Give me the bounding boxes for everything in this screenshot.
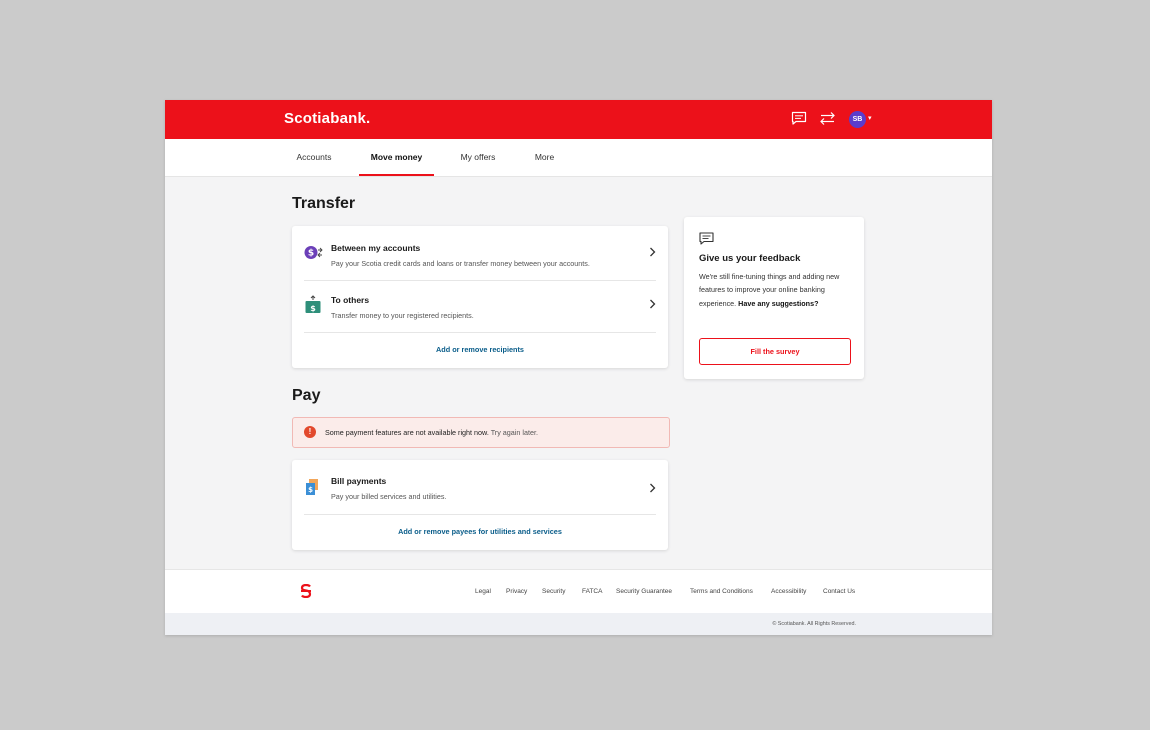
nav-accounts[interactable]: Accounts — [286, 139, 342, 176]
svg-text:$: $ — [308, 486, 313, 494]
chevron-right-icon — [649, 483, 656, 496]
footer-link-accessibility[interactable]: Accessibility — [771, 588, 806, 595]
chat-icon[interactable] — [791, 111, 809, 127]
transfer-to-others[interactable]: $ To others Transfer money to your regis… — [292, 281, 668, 332]
footer: Legal Privacy Security FATCA Security Gu… — [165, 569, 992, 614]
top-header: Scotiabank. SB ▾ — [165, 100, 992, 139]
pay-card: $ Bill payments Pay your billed services… — [292, 460, 668, 550]
svg-text:$: $ — [310, 304, 316, 313]
bill-payments-title: Bill payments — [331, 476, 387, 486]
transfer-between-accounts[interactable]: $ Between my accounts Pay your Scotia cr… — [292, 226, 668, 280]
fill-survey-button[interactable]: Fill the survey — [699, 338, 851, 365]
footer-link-privacy[interactable]: Privacy — [506, 588, 527, 595]
bill-icon: $ — [304, 478, 322, 496]
nav-my-offers[interactable]: My offers — [453, 139, 503, 176]
bill-payments-description: Pay your billed services and utilities. — [331, 492, 447, 501]
divider — [304, 514, 656, 515]
money-transfer-icon: $ — [304, 295, 322, 313]
feedback-body: We're still fine-tuning things and addin… — [699, 270, 849, 310]
app-window: Scotiabank. SB ▾ Accounts Move money My … — [165, 100, 992, 635]
nav-more[interactable]: More — [527, 139, 562, 176]
main-nav: Accounts Move money My offers More — [165, 139, 992, 177]
footer-link-security-guarantee[interactable]: Security Guarantee — [616, 588, 672, 595]
between-accounts-title: Between my accounts — [331, 243, 421, 253]
chevron-down-icon[interactable]: ▾ — [868, 114, 872, 122]
footer-link-contact[interactable]: Contact Us — [823, 588, 855, 595]
feedback-question: Have any suggestions? — [738, 298, 819, 308]
bill-payments-row[interactable]: $ Bill payments Pay your billed services… — [292, 460, 668, 514]
footer-link-legal[interactable]: Legal — [475, 588, 491, 595]
chevron-right-icon — [649, 299, 656, 312]
between-accounts-icon: $ — [304, 244, 323, 262]
transfer-arrows-icon[interactable] — [819, 111, 837, 127]
pay-heading: Pay — [292, 387, 321, 404]
payment-alert: ! Some payment features are not availabl… — [292, 417, 670, 448]
feedback-card: Give us your feedback We're still fine-t… — [684, 217, 864, 379]
copyright-text: © Scotiabank. All Rights Reserved. — [772, 621, 856, 627]
feedback-title: Give us your feedback — [699, 253, 801, 264]
add-remove-recipients-link[interactable]: Add or remove recipients — [292, 345, 668, 354]
footer-link-terms[interactable]: Terms and Conditions — [690, 588, 753, 595]
scotiabank-logo-icon[interactable] — [300, 583, 312, 599]
chat-icon — [699, 232, 714, 251]
transfer-heading: Transfer — [292, 195, 356, 212]
footer-link-fatca[interactable]: FATCA — [582, 588, 602, 595]
chevron-right-icon — [649, 247, 656, 260]
transfer-card: $ Between my accounts Pay your Scotia cr… — [292, 226, 668, 368]
alert-text: Some payment features are not available … — [325, 428, 489, 437]
to-others-title: To others — [331, 295, 370, 305]
nav-move-money[interactable]: Move money — [359, 139, 434, 176]
copyright-bar: © Scotiabank. All Rights Reserved. — [165, 613, 992, 635]
alert-subtext: Try again later. — [490, 428, 538, 437]
divider — [304, 332, 656, 333]
user-avatar[interactable]: SB — [849, 111, 866, 128]
footer-link-security[interactable]: Security — [542, 588, 565, 595]
brand-logo[interactable]: Scotiabank. — [284, 110, 370, 127]
alert-message: Some payment features are not available … — [325, 428, 538, 437]
to-others-description: Transfer money to your registered recipi… — [331, 311, 474, 320]
between-accounts-description: Pay your Scotia credit cards and loans o… — [331, 259, 590, 268]
add-remove-payees-link[interactable]: Add or remove payees for utilities and s… — [292, 527, 668, 536]
svg-text:$: $ — [308, 249, 314, 259]
alert-icon: ! — [304, 426, 316, 438]
